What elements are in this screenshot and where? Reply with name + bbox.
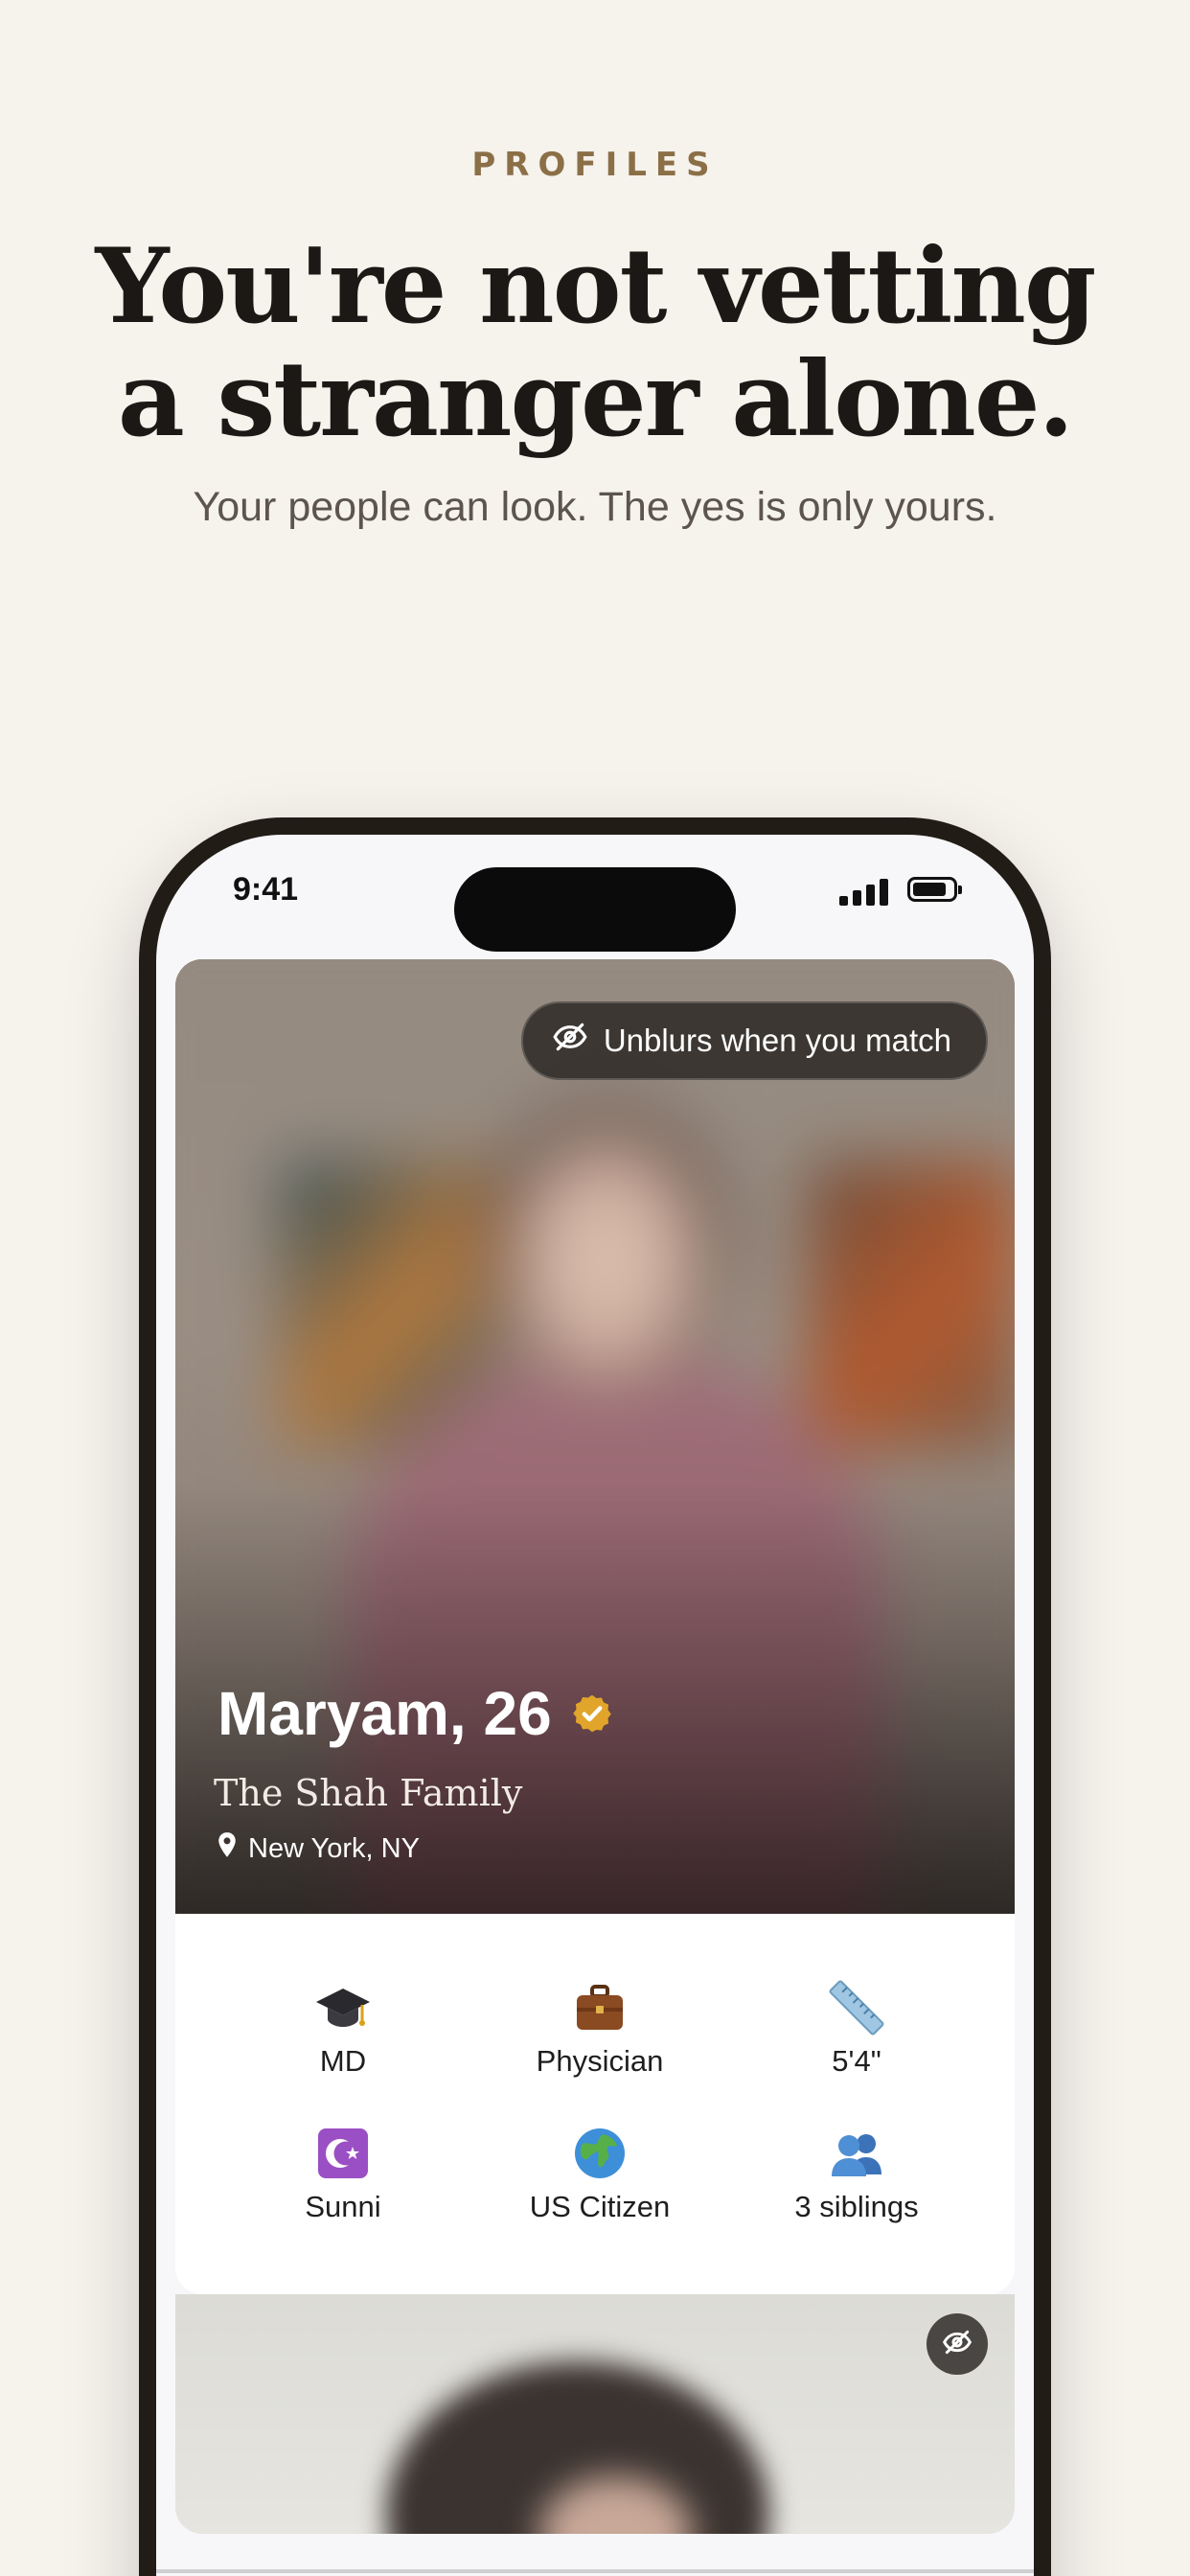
- detail-sect: Sunni: [218, 2125, 468, 2224]
- detail-label: 5'4": [832, 2044, 881, 2078]
- profile-name-age: Maryam, 26: [217, 1679, 552, 1748]
- detail-label: Sunni: [305, 2190, 381, 2223]
- eye-slash-icon: [552, 1019, 588, 1063]
- cellular-signal-icon: [839, 877, 888, 906]
- eye-slash-icon: [942, 2327, 973, 2362]
- dynamic-island: [454, 867, 736, 952]
- detail-height: 5'4": [732, 1979, 981, 2079]
- hidden-photo-button[interactable]: [927, 2313, 988, 2375]
- battery-icon: [907, 877, 962, 902]
- headline-line-1: You're not vetting: [95, 226, 1097, 347]
- subhead: Your people can look. The yes is only yo…: [193, 484, 997, 530]
- detail-siblings: 3 siblings: [732, 2125, 981, 2224]
- detail-label: 3 siblings: [794, 2190, 919, 2223]
- headline-line-2: a stranger alone.: [117, 339, 1074, 460]
- status-time: 9:41: [233, 871, 299, 908]
- phone-frame: 9:41 Unblurs when you match Maryam, 26 T…: [139, 817, 1051, 2576]
- photo-gradient: [175, 959, 1015, 1914]
- detail-education: MD: [218, 1979, 468, 2079]
- details-grid: MD Physician 5'4" Sunni US Citizen 3 sib…: [175, 1914, 1015, 2294]
- headline: You're not vetting a stranger alone.: [57, 230, 1133, 456]
- briefcase-icon: [475, 1979, 724, 2036]
- eyebrow-label: PROFILES: [471, 146, 719, 184]
- verified-badge-icon: [571, 1692, 613, 1735]
- location-row: New York, NY: [216, 1831, 420, 1866]
- people-icon: [732, 2125, 981, 2182]
- graduation-cap-icon: [218, 1979, 468, 2036]
- next-profile-card[interactable]: [175, 2294, 1015, 2534]
- detail-label: MD: [319, 2044, 367, 2078]
- unblur-notice-text: Unblurs when you match: [603, 1023, 951, 1058]
- profile-card[interactable]: Unblurs when you match Maryam, 26 The Sh…: [175, 959, 1015, 2294]
- detail-profession: Physician: [475, 1979, 724, 2079]
- profile-photo: Unblurs when you match Maryam, 26 The Sh…: [175, 959, 1015, 1914]
- name-row: Maryam, 26: [217, 1678, 613, 1749]
- globe-icon: [475, 2125, 724, 2182]
- family-name: The Shah Family: [214, 1772, 523, 1814]
- bottom-divider: [156, 2569, 1034, 2573]
- unblur-notice-pill: Unblurs when you match: [520, 1001, 988, 1080]
- detail-label: Physician: [536, 2044, 664, 2078]
- star-and-crescent-icon: [218, 2125, 468, 2182]
- location-text: New York, NY: [248, 1832, 420, 1864]
- detail-label: US Citizen: [529, 2190, 671, 2223]
- detail-citizenship: US Citizen: [475, 2125, 724, 2224]
- location-pin-icon: [216, 1831, 239, 1866]
- ruler-icon: [732, 1979, 981, 2036]
- phone-screen: 9:41 Unblurs when you match Maryam, 26 T…: [156, 835, 1034, 2576]
